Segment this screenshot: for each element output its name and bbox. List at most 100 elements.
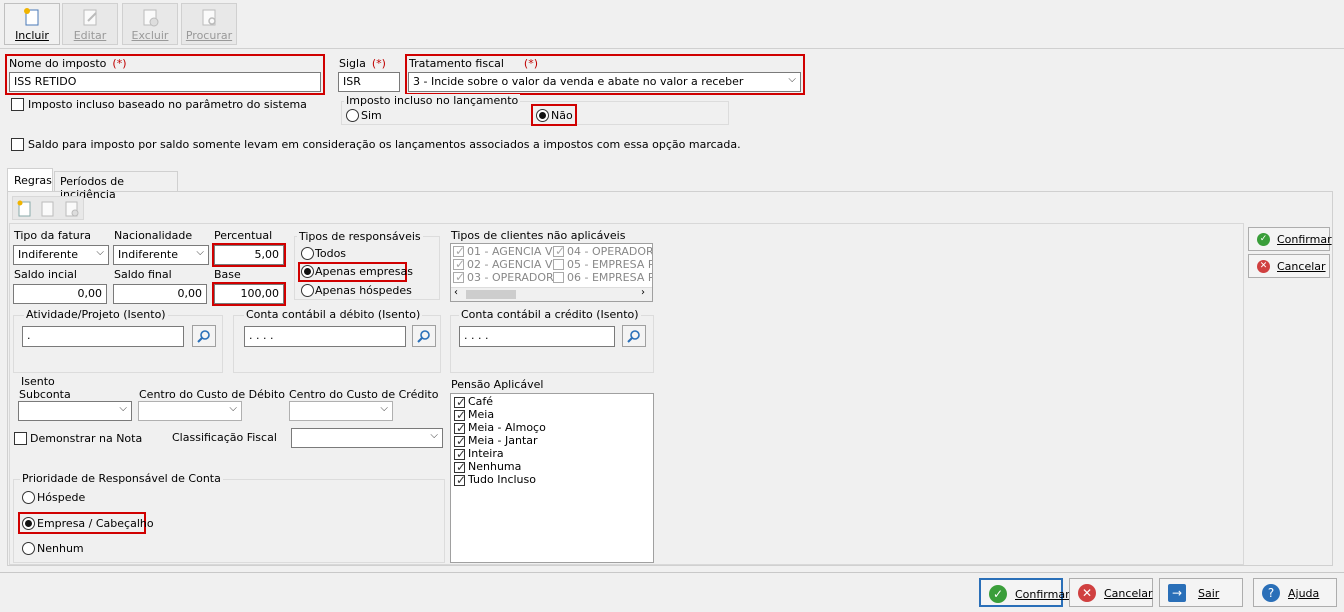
- cancelar-button[interactable]: ✕ Cancelar: [1069, 578, 1153, 607]
- saldo-final-label: Saldo final: [114, 268, 172, 281]
- scrollbar-thumb[interactable]: [466, 290, 516, 299]
- percentual-input[interactable]: 5,00: [214, 245, 284, 265]
- nome-input[interactable]: ISS RETIDO: [9, 72, 321, 92]
- nao-label: Não: [551, 109, 573, 122]
- excluir-label: Excluir: [131, 29, 169, 42]
- nome-label: Nome do imposto (*): [9, 57, 127, 70]
- demonstrar-checkbox[interactable]: [14, 432, 27, 445]
- pensao-list[interactable]: Café Meia Meia - Almoço Meia - Jantar In…: [450, 393, 654, 563]
- chevron-down-icon: ⌵: [96, 247, 104, 258]
- side-cancelar-button[interactable]: ✕ Cancelar: [1248, 254, 1330, 278]
- scroll-right-icon[interactable]: ›: [641, 287, 645, 298]
- atividade-input[interactable]: .: [22, 326, 184, 347]
- pensao-checkbox[interactable]: [454, 395, 466, 409]
- procurar-label: Procurar: [185, 29, 233, 42]
- pensao-checkbox[interactable]: [454, 434, 466, 448]
- tab-regras[interactable]: Regras: [7, 168, 53, 192]
- tab-periodos[interactable]: Períodos de incidência: [54, 171, 178, 201]
- pensao-label: Pensão Aplicável: [451, 378, 544, 391]
- pensao-checkbox[interactable]: [454, 408, 466, 422]
- tipo-fatura-select[interactable]: Indiferente ⌵: [13, 245, 109, 265]
- saldo-checkbox[interactable]: [11, 138, 24, 151]
- base-label: Base: [214, 268, 241, 281]
- imposto-incluso-param-checkbox[interactable]: [11, 98, 24, 111]
- classificacao-select[interactable]: ⌵: [291, 428, 443, 448]
- cliente-checkbox[interactable]: [453, 270, 465, 284]
- sim-label: Sim: [361, 109, 382, 122]
- tab-regras-label: Regras: [14, 174, 52, 187]
- saldo-inicial-label: Saldo incial: [14, 268, 77, 281]
- nacionalidade-label: Nacionalidade: [114, 229, 193, 242]
- tipo-fatura-label: Tipo da fatura: [14, 229, 92, 242]
- prio-nenhum-radio[interactable]: [22, 542, 35, 555]
- ajuda-button[interactable]: ? Ajuda: [1253, 578, 1337, 607]
- base-input[interactable]: 100,00: [214, 284, 284, 304]
- subconta-select[interactable]: ⌵: [18, 401, 132, 421]
- help-icon: ?: [1262, 584, 1280, 602]
- centro-debito-select[interactable]: ⌵: [138, 401, 242, 421]
- sair-button[interactable]: → Sair: [1159, 578, 1243, 607]
- check-icon: ✓: [1257, 233, 1270, 246]
- conta-credito-input[interactable]: . . . .: [459, 326, 615, 347]
- saldo-inicial-input[interactable]: 0,00: [13, 284, 107, 304]
- sim-radio[interactable]: [346, 109, 359, 122]
- cliente-checkbox[interactable]: [453, 257, 465, 271]
- imposto-incluso-param-label: Imposto incluso baseado no parâmetro do …: [28, 98, 307, 111]
- procurar-button[interactable]: Procurar: [181, 3, 237, 45]
- cliente-checkbox[interactable]: [553, 272, 564, 283]
- scroll-left-icon[interactable]: ‹: [454, 287, 458, 298]
- edit-document-icon: [83, 9, 97, 26]
- prio-hospede-radio[interactable]: [22, 491, 35, 504]
- delete-rule-icon[interactable]: [63, 200, 81, 218]
- search-icon: [627, 330, 640, 343]
- side-confirmar-button[interactable]: ✓ Confirmar: [1248, 227, 1332, 251]
- tipos-clientes-list[interactable]: 01 - AGENCIA VI/ 02 - AGENCIA VI/ 03 - O…: [450, 243, 653, 302]
- conta-credito-label: Conta contábil a crédito (Isento): [459, 308, 641, 321]
- saldo-final-input[interactable]: 0,00: [113, 284, 207, 304]
- pensao-checkbox[interactable]: [454, 421, 466, 435]
- new-rule-icon[interactable]: [16, 200, 34, 218]
- resp-todos-radio[interactable]: [301, 247, 314, 260]
- pensao-checkbox[interactable]: [454, 473, 466, 487]
- delete-document-icon: [143, 9, 159, 27]
- cliente-checkbox[interactable]: [553, 244, 565, 258]
- tratamento-select[interactable]: 3 - Incide sobre o valor da venda e abat…: [408, 72, 801, 92]
- prio-empresa-radio[interactable]: [22, 517, 35, 530]
- cliente-checkbox[interactable]: [453, 244, 465, 258]
- centro-credito-select[interactable]: ⌵: [289, 401, 393, 421]
- nacionalidade-select[interactable]: Indiferente ⌵: [113, 245, 209, 265]
- pensao-checkbox[interactable]: [454, 447, 466, 461]
- pensao-item: Meia - Almoço: [468, 421, 546, 434]
- cliente-item: 01 - AGENCIA VI/: [467, 245, 560, 258]
- pensao-checkbox[interactable]: [454, 460, 466, 474]
- conta-credito-search-button[interactable]: [622, 325, 646, 347]
- chevron-down-icon: ⌵: [119, 403, 127, 414]
- edit-rule-icon[interactable]: [39, 200, 57, 218]
- incluir-label: Incluir: [15, 29, 49, 42]
- cliente-item: 05 - EMPRESA PR: [567, 258, 653, 271]
- prio-empresa-label: Empresa / Cabeçalho: [37, 517, 154, 530]
- atividade-label: Atividade/Projeto (Isento): [24, 308, 168, 321]
- resp-empresas-radio[interactable]: [301, 265, 314, 278]
- editar-label: Editar: [73, 29, 107, 42]
- search-icon: [417, 330, 430, 343]
- horizontal-scrollbar[interactable]: ‹ ›: [451, 287, 652, 301]
- centro-credito-label: Centro do Custo de Crédito: [289, 388, 439, 401]
- atividade-search-button[interactable]: [192, 325, 216, 347]
- editar-button[interactable]: Editar: [62, 3, 118, 45]
- prio-nenhum-label: Nenhum: [37, 542, 84, 555]
- incluir-button[interactable]: Incluir: [4, 3, 60, 45]
- resp-hospedes-radio[interactable]: [301, 284, 314, 297]
- tipo-fatura-value: Indiferente: [18, 248, 78, 261]
- chevron-down-icon: ⌵: [430, 430, 438, 441]
- conta-debito-search-button[interactable]: [412, 325, 436, 347]
- confirmar-button[interactable]: ✓ Confirmar: [979, 578, 1070, 607]
- nao-radio[interactable]: [536, 109, 549, 122]
- pensao-item: Inteira: [468, 447, 504, 460]
- chevron-down-icon: ⌵: [196, 247, 204, 258]
- cliente-checkbox[interactable]: [553, 259, 564, 270]
- excluir-button[interactable]: Excluir: [122, 3, 178, 45]
- sigla-input[interactable]: ISR: [338, 72, 400, 92]
- demonstrar-label: Demonstrar na Nota: [30, 432, 143, 445]
- conta-debito-input[interactable]: . . . .: [244, 326, 406, 347]
